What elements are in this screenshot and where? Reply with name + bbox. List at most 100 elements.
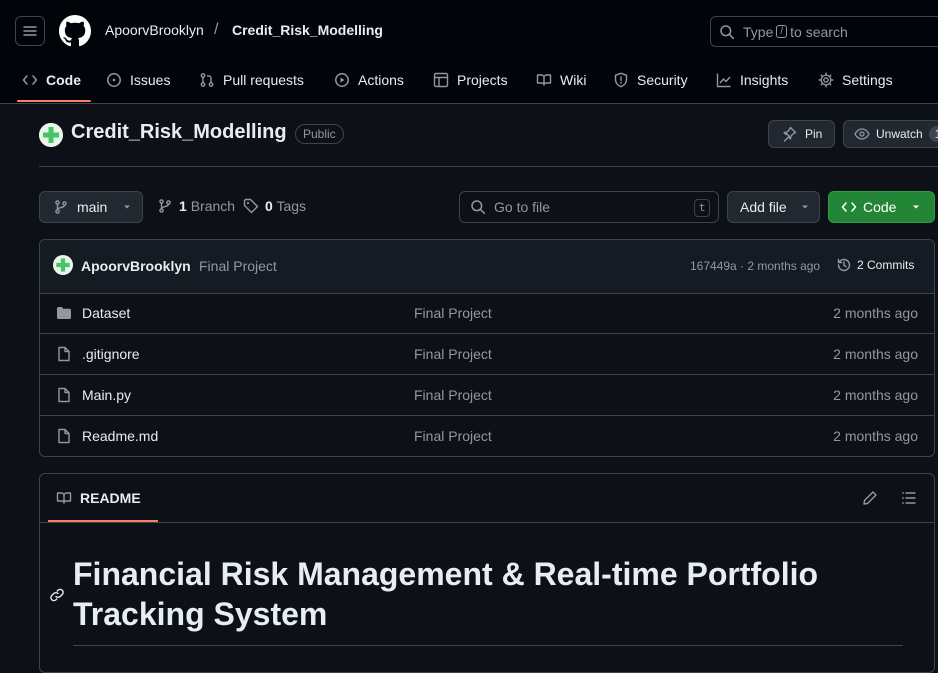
readme-heading: Financial Risk Management & Real-time Po… [73,556,819,632]
code-button[interactable]: Code [828,191,935,223]
file-name[interactable]: .gitignore [82,346,140,362]
tag-icon [243,198,259,214]
file-commit-message[interactable]: Final Project [414,346,492,362]
caret-down-icon [801,205,808,209]
branch-count: 1 [179,198,187,214]
latest-commit-bar: ApoorvBrooklyn Final Project 167449a · 2… [40,240,934,294]
file-row[interactable]: Readme.md Final Project 2 months ago [40,416,934,456]
add-file-button[interactable]: Add file [727,191,820,223]
menu-button[interactable] [15,16,45,46]
tab-label: Code [46,72,81,88]
branch-select-button[interactable]: main [39,191,143,223]
file-name[interactable]: Main.py [82,387,131,403]
folder-icon [57,307,71,319]
table-icon [433,72,449,88]
tab-security[interactable]: Security [613,66,688,94]
readme-panel: README Financial Risk Management & Real-… [39,473,935,673]
tab-insights[interactable]: Insights [716,66,788,94]
branch-name: main [77,199,108,215]
file-commit-message[interactable]: Final Project [414,428,492,444]
search-icon [720,24,735,39]
tab-actions[interactable]: Actions [334,66,404,94]
tab-settings[interactable]: Settings [818,66,893,94]
shield-icon [614,72,628,88]
file-icon [58,428,70,444]
pin-label: Pin [805,127,823,141]
file-row[interactable]: .gitignore Final Project 2 months ago [40,334,934,375]
tab-label: Actions [358,72,404,88]
file-commit-time: 2 months ago [833,428,918,444]
play-icon [335,73,349,87]
book-icon [56,492,72,504]
file-icon [58,387,70,403]
github-logo-icon[interactable] [59,15,91,47]
unwatch-button[interactable]: Unwatch 1 [843,120,938,148]
commit-message[interactable]: Final Project [199,258,277,274]
commits-count: 2 Commits [857,258,915,272]
header-divider [39,166,938,167]
code-icon [22,75,38,85]
edit-readme-button[interactable] [862,490,878,506]
caret-down-icon [913,205,920,209]
eye-icon [854,128,870,140]
tab-pull-requests[interactable]: Pull requests [199,66,304,94]
readme-tab[interactable]: README [56,490,141,506]
tag-count-label: Tags [276,198,307,214]
add-file-label: Add file [740,199,787,215]
link-icon [50,588,64,602]
tab-code[interactable]: Code [22,66,81,94]
file-commit-time: 2 months ago [833,346,918,362]
readme-tab-label: README [80,490,141,506]
pin-icon [783,126,797,142]
readme-header: README [40,474,934,523]
file-icon [58,346,70,362]
file-row[interactable]: Dataset Final Project 2 months ago [40,293,934,334]
file-commit-time: 2 months ago [833,305,918,321]
branches-link[interactable]: 1 Branch [157,198,235,214]
search-input[interactable]: Type / to search [710,16,938,47]
search-shortcut-key: / [776,25,788,38]
tab-wiki[interactable]: Wiki [536,66,586,94]
gear-icon [818,72,834,88]
tags-link[interactable]: 0 Tags [243,198,306,214]
watch-count: 1 [928,126,938,142]
file-browser: ApoorvBrooklyn Final Project 167449a · 2… [39,239,935,457]
branch-count-label: Branch [190,198,236,214]
readme-tab-indicator [48,520,158,522]
tab-issues[interactable]: Issues [106,66,170,94]
commits-link[interactable]: 2 Commits [836,257,914,273]
pull-request-icon [200,73,214,87]
repo-link[interactable]: Credit_Risk_Modelling [232,22,383,38]
graph-icon [716,73,731,88]
unwatch-label: Unwatch [876,127,923,141]
commit-hash-time[interactable]: 167449a · 2 months ago [690,259,820,273]
file-commit-message[interactable]: Final Project [414,387,492,403]
go-to-file-input[interactable]: Go to file t [459,191,719,223]
tag-count: 0 [265,198,273,214]
file-row[interactable]: Main.py Final Project 2 months ago [40,375,934,416]
pin-button[interactable]: Pin [768,120,835,148]
outline-button[interactable] [901,490,917,506]
tab-label: Pull requests [223,72,304,88]
issue-icon [107,73,121,87]
hamburger-icon [23,26,37,36]
commit-author[interactable]: ApoorvBrooklyn [81,258,191,274]
code-button-label: Code [863,199,897,215]
owner-link[interactable]: ApoorvBrooklyn [105,22,204,38]
tab-projects[interactable]: Projects [433,66,508,94]
pencil-icon [863,491,877,505]
search-prefix: Type [743,23,774,40]
tab-label: Projects [457,72,508,88]
repo-title[interactable]: Credit_Risk_Modelling [71,121,287,144]
repo-avatar[interactable] [39,123,63,147]
file-name[interactable]: Readme.md [82,428,158,444]
file-name[interactable]: Dataset [82,305,130,321]
search-icon [471,200,486,215]
heading-anchor-link[interactable] [49,587,65,603]
breadcrumb-separator: / [214,21,219,38]
tab-label: Wiki [560,72,587,88]
author-avatar[interactable] [53,255,73,275]
history-icon [837,258,851,272]
tab-label: Settings [842,72,893,88]
file-commit-message[interactable]: Final Project [414,305,492,321]
